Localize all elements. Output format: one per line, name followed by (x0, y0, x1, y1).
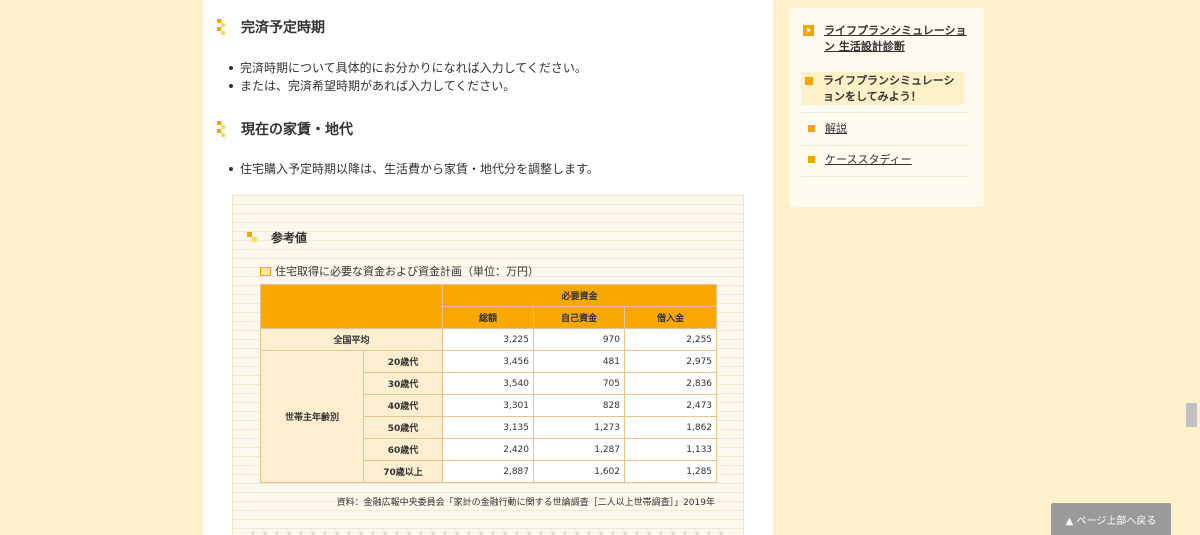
rent-notes: 住宅購入予定時期以降は、生活費から家賃・地代分を調整します。 (229, 160, 599, 178)
table-cell: 3,225 (442, 328, 534, 351)
reference-heading: 参考値 (247, 229, 307, 245)
table-cell: 2,473 (623, 394, 718, 417)
main-content: 完済予定時期 完済時期について具体的にお分かりになれば入力してください。 または… (203, 0, 773, 535)
section-title: 現在の家賃・地代 (241, 122, 353, 138)
sidebar-item-label: 解説 (825, 122, 847, 135)
row-header: 全国平均 (260, 328, 443, 351)
table-cell: 970 (533, 328, 625, 351)
table-cell: 481 (533, 350, 625, 373)
table-cell: 2,836 (623, 372, 718, 395)
table-cell: 828 (533, 394, 625, 417)
caption-box-icon (260, 266, 271, 276)
row-header: 70歳以上 (363, 460, 443, 483)
dotted-divider (247, 531, 729, 535)
sidebar-title-label: ライフプランシミュレーション 生活設計診断 (824, 24, 967, 53)
row-group-header: 世帯主年齢別 (260, 350, 364, 483)
sidebar-divider (801, 176, 969, 177)
table-cell: 1,133 (623, 438, 718, 461)
reference-box: 参考値 住宅取得に必要な資金および資金計画（単位：万円） 必要資金 総額 自己資… (232, 195, 744, 535)
table-cell: 3,540 (442, 372, 534, 395)
section-title: 完済予定時期 (241, 20, 325, 36)
completion-notes: 完済時期について具体的にお分かりになれば入力してください。 または、完済希望時期… (229, 59, 587, 95)
row-header: 60歳代 (363, 438, 443, 461)
column-header: 借入金 (623, 306, 718, 329)
back-to-top-button[interactable]: ▲ ページ上部へ戻る (1051, 503, 1171, 535)
table-cell: 2,887 (442, 460, 534, 483)
row-header: 40歳代 (363, 394, 443, 417)
group-header: 必要資金 (441, 284, 718, 307)
section-heading-rent: 現在の家賃・地代 (217, 119, 353, 139)
table-cell: 3,135 (442, 416, 534, 439)
table-corner (260, 284, 443, 329)
table-cell: 1,287 (533, 438, 625, 461)
scrollbar-thumb[interactable] (1186, 403, 1197, 427)
heading-bullet-icon (217, 19, 227, 35)
square-bullet-icon (808, 125, 815, 132)
table-cell: 3,456 (442, 350, 534, 373)
square-bullet-icon (808, 156, 815, 163)
table-caption: 住宅取得に必要な資金および資金計画（単位：万円） (260, 264, 539, 278)
table-row: 全国平均 3,225 970 2,255 (260, 328, 718, 351)
column-header: 総額 (442, 306, 534, 329)
vertical-scrollbar[interactable] (1183, 0, 1200, 535)
table-cell: 1,862 (623, 416, 718, 439)
table-cell: 1,602 (533, 460, 625, 483)
sidebar-divider (801, 112, 969, 113)
sidebar-item-label: ケーススタディー (825, 153, 912, 166)
reference-bullet-icon (247, 232, 257, 242)
table-cell: 3,301 (442, 394, 534, 417)
table-cell: 2,975 (623, 350, 718, 373)
list-item: 住宅購入予定時期以降は、生活費から家賃・地代分を調整します。 (229, 160, 599, 178)
list-item: 完済時期について具体的にお分かりになれば入力してください。 (229, 59, 587, 77)
sidebar-item-explanation[interactable]: 解説 (808, 121, 847, 137)
reference-title: 参考値 (271, 230, 308, 245)
sidebar: ライフプランシミュレーション 生活設計診断 ライフプランシミュレーションをしてみ… (789, 8, 984, 207)
table-cell: 1,285 (623, 460, 718, 483)
play-arrow-icon (803, 25, 814, 36)
caption-text: 住宅取得に必要な資金および資金計画（単位：万円） (275, 265, 539, 278)
row-header: 20歳代 (363, 350, 443, 373)
table-row: 世帯主年齢別 20歳代 3,456 481 2,975 (260, 350, 718, 483)
table-cell: 705 (533, 372, 625, 395)
section-heading-completion: 完済予定時期 (217, 17, 325, 37)
column-header: 自己資金 (533, 306, 625, 329)
sidebar-divider (801, 145, 969, 146)
row-header: 30歳代 (363, 372, 443, 395)
funding-table: 必要資金 総額 自己資金 借入金 全国平均 3,225 970 2,255 世帯… (260, 284, 718, 483)
list-item: または、完済希望時期があれば入力してください。 (229, 77, 587, 95)
sidebar-item-active[interactable]: ライフプランシミュレーションをしてみよう！ (801, 72, 964, 105)
table-cell: 2,420 (442, 438, 534, 461)
sidebar-item-label: ライフプランシミュレーションをしてみよう！ (823, 74, 955, 103)
heading-bullet-icon (217, 121, 227, 137)
sidebar-title-link[interactable]: ライフプランシミュレーション 生活設計診断 (803, 23, 973, 55)
row-header: 50歳代 (363, 416, 443, 439)
table-cell: 2,255 (623, 328, 718, 351)
source-note: 資料：金融広報中央委員会「家計の金融行動に関する世論調査［二人以上世帯調査］」2… (336, 498, 715, 508)
sidebar-item-case-study[interactable]: ケーススタディー (808, 152, 912, 168)
table-cell: 1,273 (533, 416, 625, 439)
square-bullet-icon (805, 77, 813, 85)
